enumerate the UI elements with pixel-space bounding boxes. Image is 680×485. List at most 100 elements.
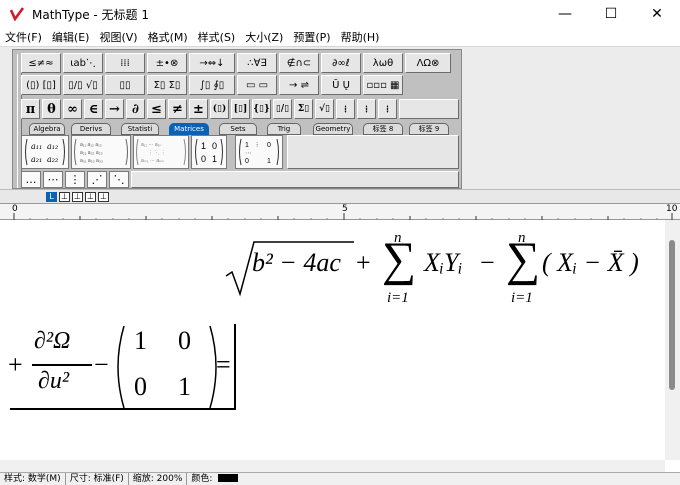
fraction-button[interactable]: ▯/▯ [273,99,292,119]
matrix-2x2-template[interactable]: a₁₁ a₁₂ a₂₁ a₂₂ [21,135,69,169]
tab-statistics[interactable]: Statisti [121,123,159,135]
vertical-scrollbar[interactable] [665,220,680,460]
small-empty-slot[interactable] [131,171,459,188]
equation-line-1: b² − 4ac + n ∑ i=1 XᵢYᵢ − n ∑ i=1 ( Xᵢ −… [224,230,665,320]
tab-8[interactable]: 标签 8 [363,123,403,135]
logic-palette-button[interactable]: ∴∀∃ [237,53,277,73]
summation-button[interactable]: Σ▯ [294,99,313,119]
labeled-arrows-palette-button[interactable]: → ⇌ [279,75,319,95]
minimize-button[interactable]: — [542,0,588,28]
arrows-palette-button[interactable]: →⇔↓ [189,53,235,73]
relation-tab-stop[interactable]: ⊥ [85,192,96,202]
svg-text:aₘ₁ ⋯ aₘₙ: aₘ₁ ⋯ aₘₙ [141,158,164,164]
pi-button[interactable]: π [21,99,40,119]
svg-text:a₁₂: a₁₂ [47,142,58,151]
template-empty-slot[interactable] [287,135,459,169]
menu-help[interactable]: 帮助(H) [336,29,385,45]
partial-button[interactable]: ∂ [126,99,145,119]
products-palette-button[interactable]: Ū Ų [321,75,361,95]
fences-palette-button[interactable]: (▯) [▯] [21,75,61,95]
diagonal-up-ellipsis-button[interactable]: ⋰ [87,171,107,188]
tab-algebra[interactable]: Algebra [29,123,65,135]
set-theory-palette-button[interactable]: ∉∩⊂ [279,53,319,73]
plus-minus-button[interactable]: ± [189,99,208,119]
ruler[interactable]: 0 5 10 [0,203,680,221]
tab-9[interactable]: 标签 9 [409,123,449,135]
svg-text:⁝: ⁝ [256,142,258,149]
radical-button[interactable]: √▯ [315,99,334,119]
sum2-sigma: ∑ [506,233,541,286]
fractions-radicals-palette-button[interactable]: ▯/▯ √▯ [63,75,103,95]
operators-palette-button[interactable]: ±•⊗ [147,53,187,73]
vertical-ellipsis-button[interactable]: ⋮ [65,171,85,188]
diagonal-down-ellipsis-button[interactable]: ⋱ [109,171,129,188]
svg-text:1: 1 [267,158,271,165]
symbol-palette: ≤≠≈ ⍳ab⋱ ⁞⁞⁞ ±•⊗ →⇔↓ ∴∀∃ ∉∩⊂ ∂∞ℓ λωθ ΛΩ⊗… [12,49,462,189]
braces-button[interactable]: {▯} [252,99,271,119]
subscript-button[interactable]: ⁞ [357,99,376,119]
identity-3x3-template[interactable]: 1 ⁝ 0 ⋯ 0 1 [235,135,283,169]
horizontal-scrollbar[interactable] [0,460,665,472]
embellishments-palette-button[interactable]: ⁞⁞⁞ [105,53,145,73]
left-tab-stop[interactable]: L [46,192,57,202]
menu-style[interactable]: 样式(S) [193,29,241,45]
menu-size[interactable]: 大小(Z) [240,29,288,45]
identity-2x2-template[interactable]: 10 01 [191,135,227,169]
underbars-palette-button[interactable]: ▭ ▭ [237,75,277,95]
superscript-button[interactable]: ⁞ [336,99,355,119]
minus-sign: − [480,248,495,277]
vertical-scroll-thumb[interactable] [669,240,675,390]
tab-trig[interactable]: Trig [267,123,301,135]
tab-stop-strip: L ⊥ ⊥ ⊥ ⊥ [0,189,680,203]
summations-palette-button[interactable]: Σ▯ Σ▯ [147,75,187,95]
tab-derivs[interactable]: Derivs [71,123,111,135]
status-style: 样式: 数学(M) [0,472,66,485]
ellipsis-baseline-button[interactable]: … [21,171,41,188]
element-of-button[interactable]: ∈ [84,99,103,119]
sub-superscript-button[interactable]: ⁞ [378,99,397,119]
right-tab-stop[interactable]: ⊥ [72,192,83,202]
window-title: MathType - 无标题 1 [32,7,149,22]
matrix-3x3-template[interactable]: a₁₁ a₁₂ a₁₃ a₂₁ a₂₂ a₂₃ a₃₁ a₃₂ a₃₃ [71,135,131,169]
ellipsis-midline-button[interactable]: ⋯ [43,171,63,188]
equals-sign: = [216,350,231,379]
greek-upper-palette-button[interactable]: ΛΩ⊗ [405,53,451,73]
menu-format[interactable]: 格式(M) [143,29,193,45]
menu-bar: 文件(F) 编辑(E) 视图(V) 格式(M) 样式(S) 大小(Z) 预置(P… [0,28,680,46]
misc-symbols-palette-button[interactable]: ∂∞ℓ [321,53,361,73]
close-button[interactable]: ✕ [634,0,680,28]
subscripts-palette-button[interactable]: ▯▯ [105,75,145,95]
less-equal-button[interactable]: ≤ [147,99,166,119]
matrices-palette-button[interactable]: ▫▫▫ ▦ [363,75,403,95]
plus-sign: + [356,248,371,277]
palette-empty-slot[interactable] [399,99,459,119]
sum1-body: XᵢYᵢ [424,248,463,277]
menu-preferences[interactable]: 预置(P) [288,29,335,45]
menu-file[interactable]: 文件(F) [0,29,47,45]
relations-palette-button[interactable]: ≤≠≈ [21,53,61,73]
menu-edit[interactable]: 编辑(E) [47,29,95,45]
spaces-palette-button[interactable]: ⍳ab⋱ [63,53,103,73]
menu-view[interactable]: 视图(V) [94,29,142,45]
tab-sets[interactable]: Sets [219,123,257,135]
theta-button[interactable]: θ [42,99,61,119]
svg-text:0: 0 [201,154,206,164]
svg-text:1: 1 [201,141,206,151]
maximize-button[interactable]: ☐ [588,0,634,28]
selection-underline [10,408,236,410]
right-arrow-button[interactable]: → [105,99,124,119]
svg-text:0: 0 [245,158,249,165]
greek-lower-palette-button[interactable]: λωθ [363,53,403,73]
ruler-label-0: 0 [12,204,18,214]
not-equal-button[interactable]: ≠ [168,99,187,119]
center-tab-stop[interactable]: ⊥ [59,192,70,202]
tab-matrices[interactable]: Matrices [169,123,209,135]
infinity-button[interactable]: ∞ [63,99,82,119]
tab-geometry[interactable]: Geometry [313,123,353,135]
decimal-tab-stop[interactable]: ⊥ [98,192,109,202]
matrix-mxn-template[interactable]: a₁₁ ⋯ a₁ₙ ⋮ ⋱ ⋮ aₘ₁ ⋯ aₘₙ [133,135,189,169]
equation-editor[interactable]: b² − 4ac + n ∑ i=1 XᵢYᵢ − n ∑ i=1 ( Xᵢ −… [0,220,665,460]
brackets-button[interactable]: [▯] [231,99,250,119]
parentheses-button[interactable]: (▯) [210,99,229,119]
integrals-palette-button[interactable]: ∫▯ ∮▯ [189,75,235,95]
